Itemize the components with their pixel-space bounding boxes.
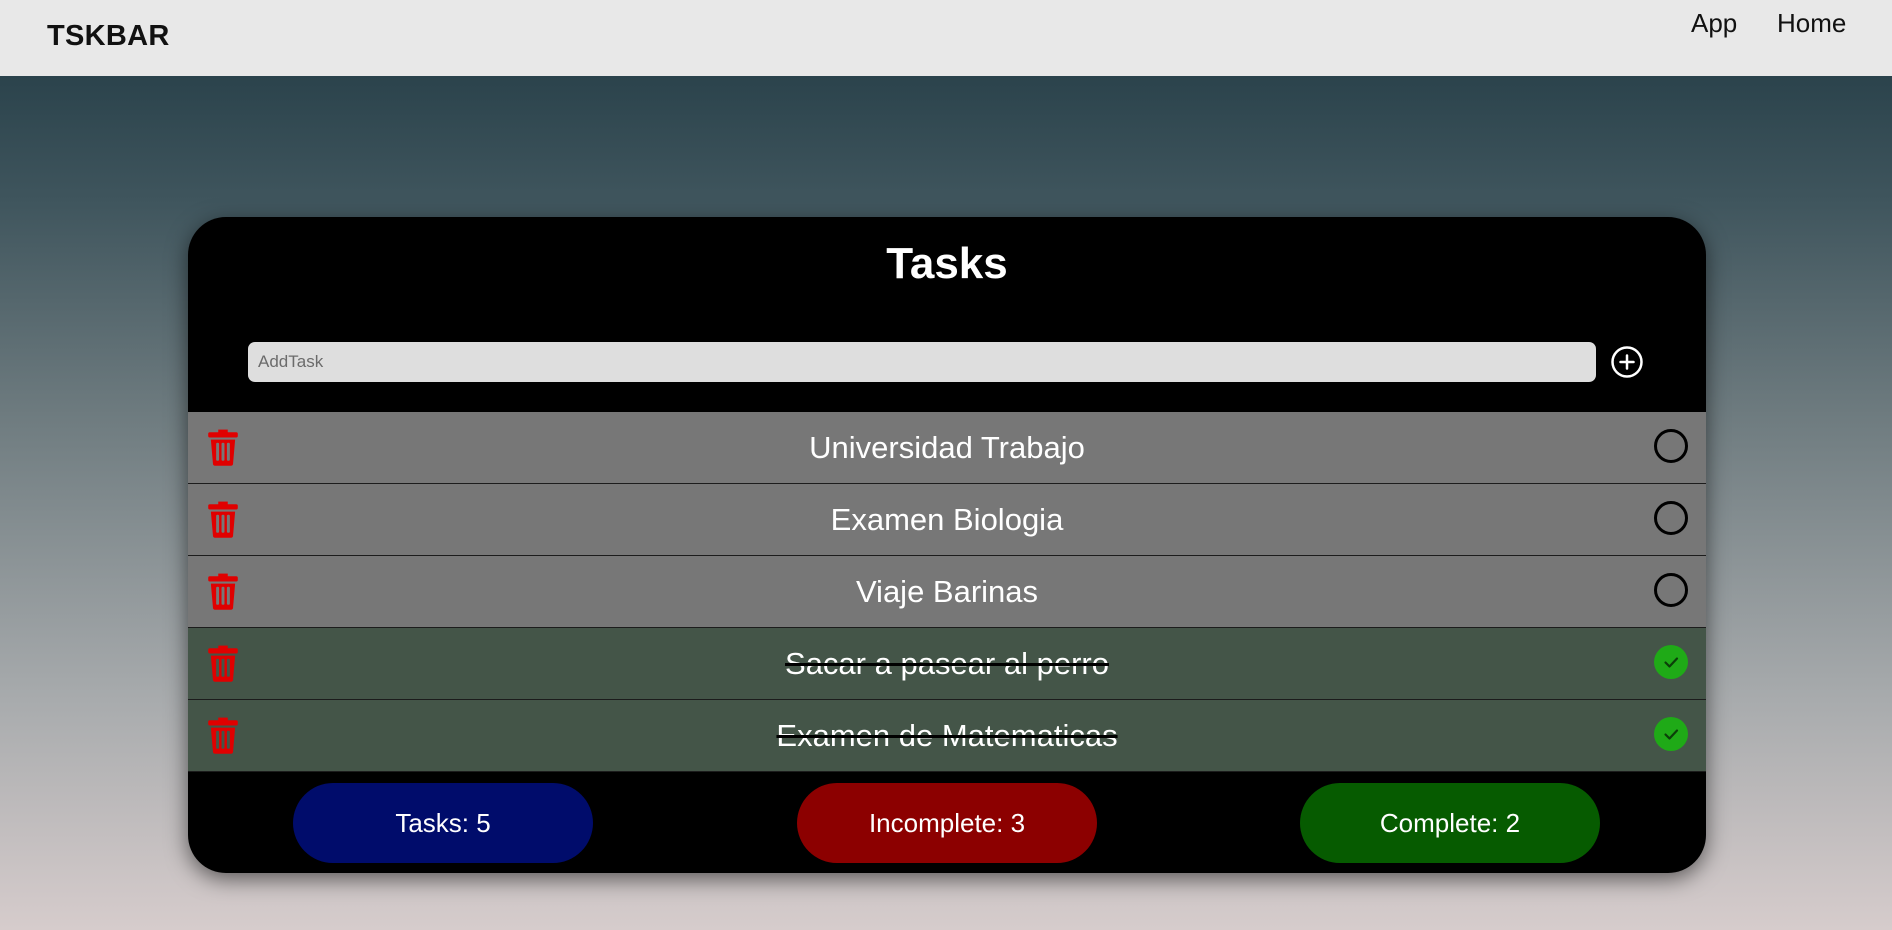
- navbar: TSKBAR App Home: [0, 0, 1892, 76]
- nav-link-home[interactable]: Home: [1777, 8, 1846, 39]
- empty-circle-icon[interactable]: [1653, 500, 1689, 536]
- task-text: Examen Biologia: [830, 502, 1064, 537]
- task-row: Examen de Matematicas: [188, 700, 1706, 772]
- add-task-input[interactable]: [248, 342, 1596, 382]
- check-circle-icon[interactable]: [1653, 644, 1689, 680]
- incomplete-count-badge[interactable]: Incomplete: 3: [797, 783, 1097, 863]
- task-row: Sacar a pasear al perro: [188, 628, 1706, 700]
- task-row: Universidad Trabajo: [188, 412, 1706, 484]
- nav-link-app[interactable]: App: [1691, 8, 1737, 39]
- tasks-card: Tasks Universidad Trabajo: [188, 217, 1706, 873]
- task-row: Viaje Barinas: [188, 556, 1706, 628]
- plus-circle-icon[interactable]: [1610, 345, 1644, 379]
- brand-logo[interactable]: TSKBAR: [47, 20, 170, 53]
- empty-circle-icon[interactable]: [1653, 572, 1689, 608]
- task-text: Examen de Matematicas: [776, 718, 1118, 753]
- check-circle-icon[interactable]: [1653, 716, 1689, 752]
- task-text: Universidad Trabajo: [809, 430, 1085, 465]
- card-title: Tasks: [886, 239, 1008, 288]
- tasks-count-badge[interactable]: Tasks: 5: [293, 783, 593, 863]
- task-list: Universidad Trabajo Examen Biologia Viaj…: [188, 412, 1706, 772]
- task-text: Viaje Barinas: [855, 574, 1039, 609]
- complete-count-badge[interactable]: Complete: 2: [1300, 783, 1600, 863]
- task-text: Sacar a pasear al perro: [785, 646, 1109, 681]
- task-row: Examen Biologia: [188, 484, 1706, 556]
- empty-circle-icon[interactable]: [1653, 428, 1689, 464]
